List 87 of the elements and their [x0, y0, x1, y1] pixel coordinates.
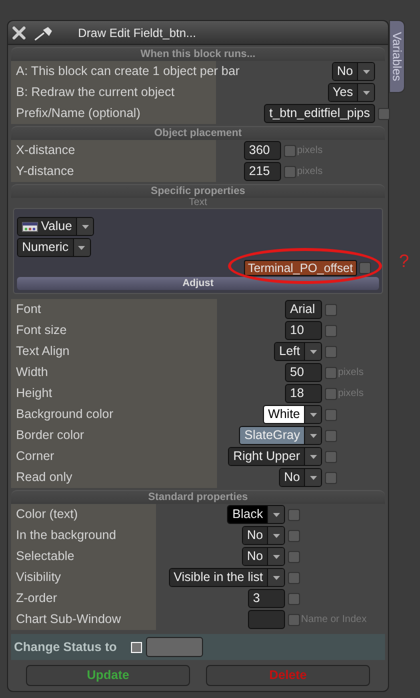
dropdown[interactable]: No — [242, 547, 285, 566]
input-field[interactable]: 18 — [285, 384, 322, 403]
checkbox[interactable] — [325, 450, 337, 462]
input-field[interactable]: 10 — [285, 321, 322, 340]
field-label: Font — [16, 301, 42, 318]
input-field[interactable]: 215 — [244, 162, 281, 181]
field-icon — [22, 222, 38, 232]
checkbox[interactable] — [359, 262, 371, 274]
section-heading: Object placement — [154, 126, 242, 141]
dropdown[interactable]: Numeric — [17, 238, 91, 257]
field-label: A: This block can create 1 object per bar — [16, 63, 240, 80]
section-subtitle: Text — [188, 198, 208, 208]
caret-icon — [310, 412, 316, 416]
checkbox[interactable] — [325, 408, 337, 420]
field-label: Prefix/Name (optional) — [16, 105, 140, 122]
field-label: Color (text) — [16, 506, 78, 524]
caret-icon — [362, 90, 370, 94]
checkbox[interactable] — [288, 572, 300, 584]
checkbox[interactable] — [288, 530, 300, 542]
variable-field[interactable]: Terminal_PO_offset — [244, 260, 357, 276]
caret-icon — [272, 534, 280, 538]
section-heading: Specific properties — [150, 184, 246, 198]
question-mark: ? — [399, 252, 410, 270]
input-field[interactable]: Arial — [285, 300, 322, 319]
checkbox[interactable] — [284, 144, 296, 156]
checkbox[interactable] — [284, 166, 296, 178]
input-field[interactable]: t_btn_editfiel_pips — [264, 104, 375, 123]
dropdown[interactable]: Value — [17, 217, 94, 236]
field-label: Background color — [16, 406, 114, 424]
checkbox[interactable] — [325, 430, 337, 442]
checkbox[interactable] — [288, 550, 300, 562]
field-label: Chart Sub-Window — [16, 611, 121, 628]
dropdown[interactable]: Left — [274, 342, 322, 361]
checkbox[interactable] — [325, 324, 337, 336]
field-label: Z-order — [16, 590, 57, 608]
caret-icon — [310, 350, 316, 354]
caret-icon — [272, 554, 280, 558]
caret-icon — [82, 224, 89, 228]
field-label: Text Align — [16, 343, 70, 360]
dropdown[interactable]: Right Upper — [228, 447, 322, 466]
field-label: In the background — [16, 527, 116, 544]
field-label: Font size — [16, 322, 67, 340]
dropdown[interactable]: No — [242, 526, 285, 545]
dropdown[interactable]: No — [332, 62, 375, 81]
dropdown[interactable]: White — [263, 405, 322, 424]
section-heading: Standard properties — [148, 490, 248, 505]
caret-icon — [310, 434, 316, 438]
field-label: B: Redraw the current object — [16, 84, 174, 102]
close-icon[interactable] — [12, 26, 26, 40]
field-label: Border color — [16, 427, 84, 444]
field-label: Selectable — [16, 548, 74, 566]
field-label: Read only — [16, 469, 72, 486]
dropdown[interactable]: Yes — [328, 83, 375, 102]
dropdown[interactable]: No — [279, 468, 322, 487]
field-label: Height — [16, 385, 52, 402]
dropdown[interactable]: Black — [227, 505, 285, 524]
caret-icon — [272, 512, 280, 516]
checkbox[interactable] — [378, 108, 390, 120]
window-title: Draw Edit Fieldt_btn... — [78, 24, 196, 42]
status-label: Change Status to — [14, 638, 117, 656]
checkbox[interactable] — [288, 614, 300, 626]
checkbox[interactable] — [288, 508, 300, 520]
caret-icon — [310, 476, 316, 480]
caret-icon — [362, 70, 370, 74]
field-label: Y-distance — [16, 163, 74, 180]
input-field[interactable] — [248, 610, 285, 629]
input-field[interactable]: 3 — [248, 589, 285, 608]
checkbox[interactable] — [325, 366, 337, 378]
input-field[interactable]: 360 — [244, 141, 281, 160]
input-field[interactable] — [146, 637, 203, 657]
field-label: Visibility — [16, 569, 61, 586]
checkbox[interactable] — [325, 388, 337, 400]
adjust-button[interactable]: Adjust — [17, 277, 379, 290]
input-field[interactable]: 50 — [285, 363, 322, 382]
checkbox[interactable] — [325, 346, 337, 358]
caret-icon — [78, 246, 86, 250]
caret-icon — [310, 454, 316, 458]
checkbox[interactable] — [325, 304, 337, 316]
checkbox[interactable] — [288, 592, 300, 604]
caret-icon — [272, 576, 280, 580]
checkbox[interactable] — [325, 472, 337, 484]
field-label: Width — [16, 364, 48, 382]
pin-icon[interactable] — [34, 24, 54, 40]
dropdown[interactable]: Visible in the list — [168, 568, 285, 587]
field-label: Corner — [16, 448, 54, 466]
section-heading: When this block runs... — [140, 46, 256, 62]
field-label: X-distance — [16, 142, 76, 160]
